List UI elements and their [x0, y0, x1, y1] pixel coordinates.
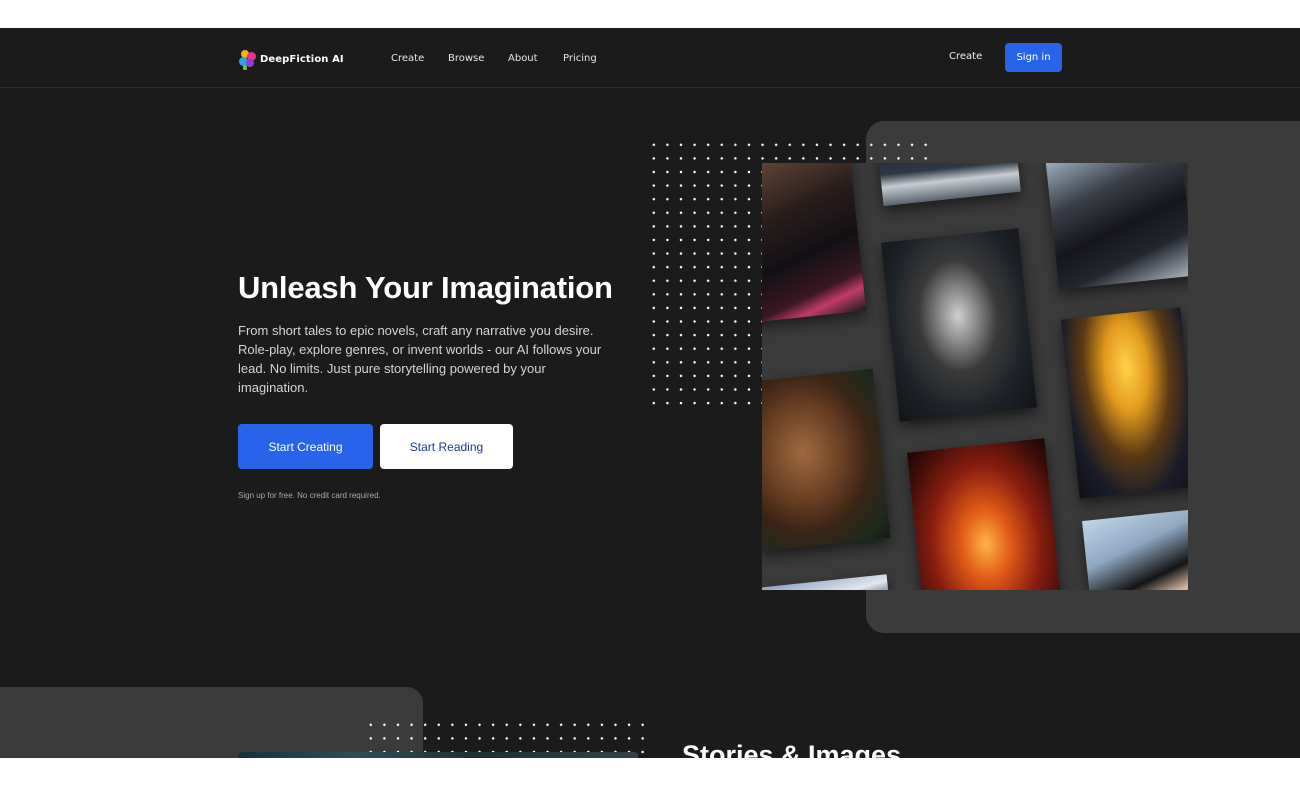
gallery-image-mountains[interactable]: [762, 574, 893, 590]
hero-description: From short tales to epic novels, craft a…: [238, 323, 602, 395]
sign-in-button[interactable]: Sign in: [1005, 43, 1062, 72]
section2-image-strip: [238, 752, 638, 758]
gallery-image-armored-robot[interactable]: [880, 228, 1038, 422]
nav-link-create[interactable]: Create: [391, 53, 424, 64]
stories-images-heading: Stories & Images: [682, 740, 902, 758]
section2-backdrop-panel: [0, 687, 423, 758]
nav-link-about[interactable]: About: [508, 53, 538, 64]
nav-create-button[interactable]: Create: [949, 51, 982, 62]
signup-note: Sign up for free. No credit card require…: [238, 491, 381, 500]
gallery-image-ships[interactable]: [877, 163, 1021, 207]
gallery-image-bear[interactable]: [762, 368, 891, 552]
gallery-image-anime-girl[interactable]: [1045, 163, 1188, 290]
brand-logo[interactable]: DeepFiction AI: [238, 48, 344, 70]
nav-link-browse[interactable]: Browse: [448, 53, 484, 64]
start-creating-button[interactable]: Start Creating: [238, 424, 373, 469]
gallery-image-warrior-woman[interactable]: [762, 163, 867, 323]
brain-logo-icon: [238, 48, 258, 70]
brand-name: DeepFiction AI: [260, 53, 344, 65]
nav-link-pricing[interactable]: Pricing: [563, 53, 597, 64]
gallery-image-fire-mage[interactable]: [906, 438, 1064, 590]
top-nav: DeepFiction AI Create Browse About Prici…: [0, 28, 1300, 88]
gallery-image-woman-portrait[interactable]: [1082, 509, 1188, 590]
page: DeepFiction AI Create Browse About Prici…: [0, 28, 1300, 758]
hero-title: Unleash Your Imagination: [238, 270, 613, 305]
image-gallery: [762, 163, 1188, 590]
gallery-image-dark-knight[interactable]: [1060, 307, 1188, 499]
start-reading-button[interactable]: Start Reading: [380, 424, 513, 469]
